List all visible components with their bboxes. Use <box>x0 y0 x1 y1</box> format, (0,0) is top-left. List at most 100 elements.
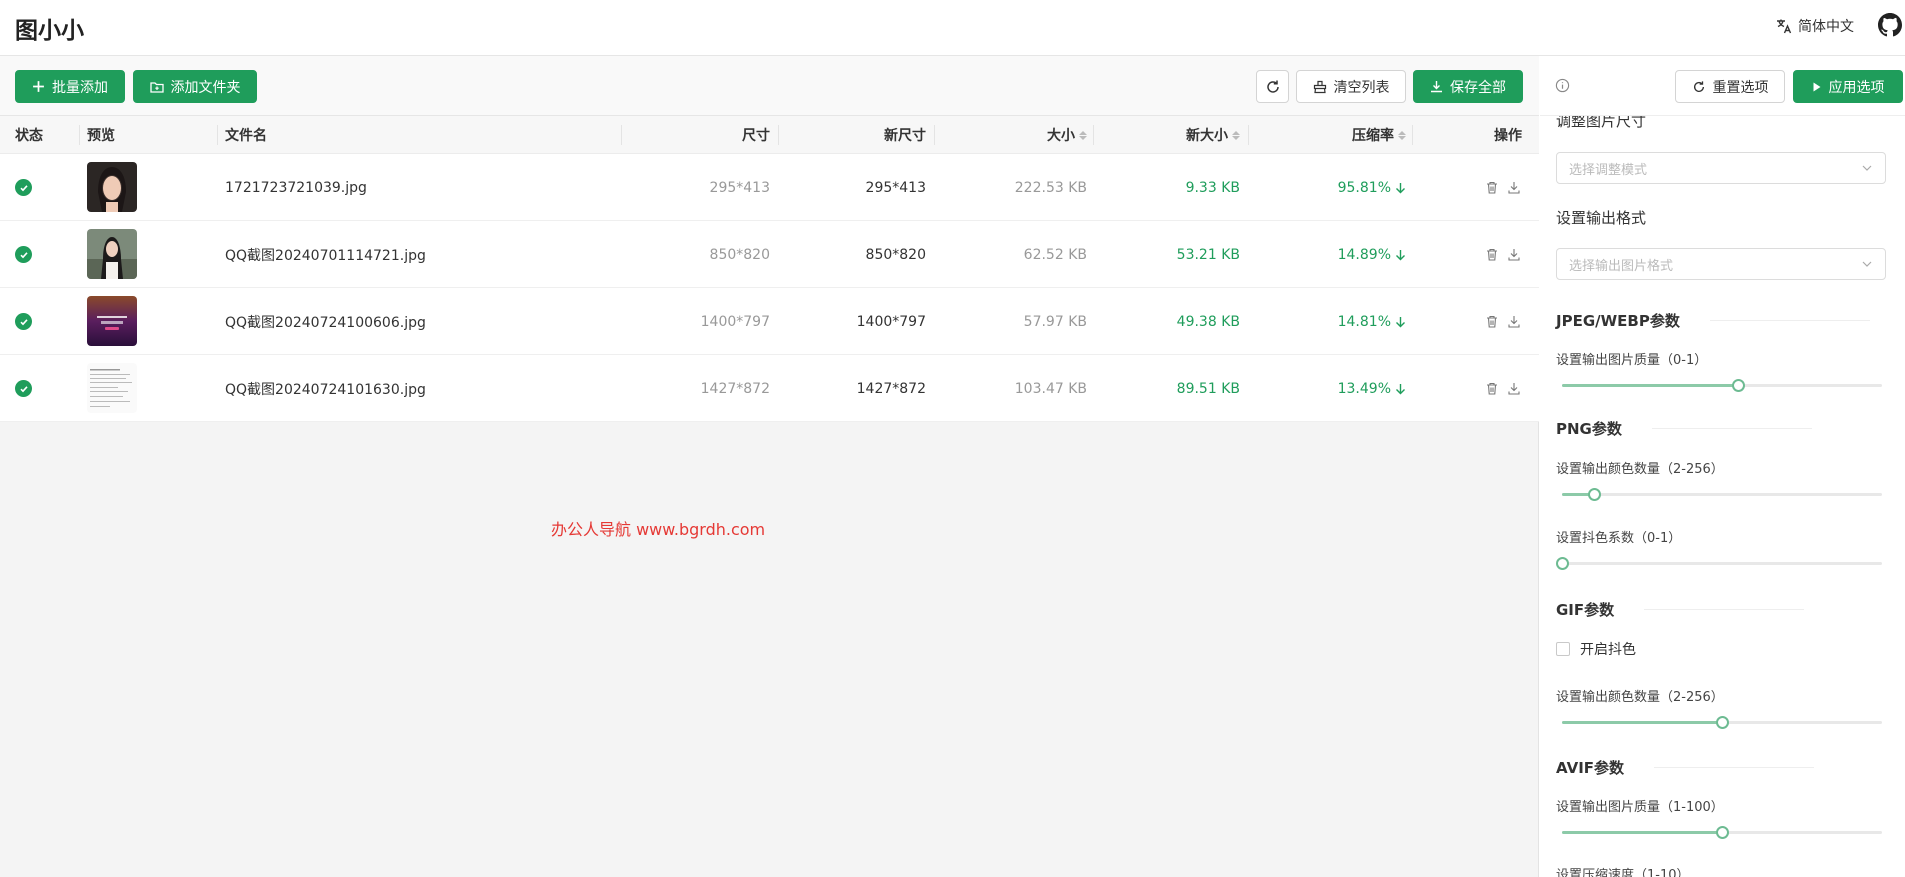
folder-icon <box>149 81 164 93</box>
refresh-button[interactable] <box>1256 70 1289 103</box>
gif-colors-label: 设置输出颜色数量（2-256） <box>1556 690 1724 705</box>
header-status: 状态 <box>15 128 43 144</box>
download-icon[interactable] <box>1508 248 1520 261</box>
arrow-down-icon <box>1396 316 1405 327</box>
output-format-select[interactable]: 选择输出图片格式 <box>1556 248 1886 280</box>
chevron-down-icon <box>1862 261 1872 267</box>
sort-icon <box>1079 130 1087 140</box>
ops-cell <box>1486 355 1520 422</box>
gif-section-label: GIF参数 <box>1556 601 1615 619</box>
gif-colors-slider[interactable] <box>1562 716 1882 730</box>
slider-handle[interactable] <box>1732 379 1745 392</box>
ratio-cell: 14.81% <box>1260 288 1406 355</box>
language-label: 简体中文 <box>1798 19 1854 35</box>
watermark-text: 办公人导航 www.bgrdh.com <box>551 520 766 539</box>
ratio-value: 14.89% <box>1337 246 1391 263</box>
download-icon[interactable] <box>1508 315 1520 328</box>
app-title: 图小小 <box>15 18 84 44</box>
language-switch[interactable]: 简体中文 <box>1776 16 1854 36</box>
slider-handle[interactable] <box>1716 826 1729 839</box>
header-filesize[interactable]: 大小 <box>940 116 1087 154</box>
options-panel: 重置选项 应用选项 调整图片尺寸 选择调整模式 设置输出格式 选择输出图片格式 … <box>1540 56 1905 877</box>
size-cell: 850*820 <box>709 246 770 263</box>
status-cell <box>15 288 32 355</box>
new-filesize-cell: 49.38 KB <box>1176 313 1240 330</box>
delete-icon[interactable] <box>1486 181 1498 194</box>
size-cell: 295*413 <box>709 179 770 196</box>
table-row[interactable]: 1721723721039.jpg 295*413 295*413 222.53… <box>0 154 1539 221</box>
github-icon[interactable] <box>1878 13 1902 37</box>
ratio-cell: 14.89% <box>1260 221 1406 288</box>
delete-icon[interactable] <box>1486 382 1498 395</box>
filesize-cell: 222.53 KB <box>1014 179 1087 196</box>
new-filesize-cell: 53.21 KB <box>1176 246 1240 263</box>
preview-thumbnail <box>87 296 137 346</box>
delete-icon[interactable] <box>1486 248 1498 261</box>
png-dither-slider[interactable] <box>1556 557 1882 571</box>
add-folder-button[interactable]: 添加文件夹 <box>133 70 257 103</box>
top-bar: 图小小 简体中文 <box>0 0 1905 56</box>
check-circle-icon <box>15 246 32 263</box>
filename-cell: 1721723721039.jpg <box>225 179 367 196</box>
slider-handle[interactable] <box>1716 716 1729 729</box>
check-circle-icon <box>15 179 32 196</box>
preview-thumbnail <box>87 162 137 212</box>
ratio-value: 95.81% <box>1337 179 1391 196</box>
size-cell: 1400*797 <box>700 313 770 330</box>
save-all-button[interactable]: 保存全部 <box>1413 70 1523 103</box>
jpeg-quality-label: 设置输出图片质量（0-1） <box>1556 353 1708 368</box>
batch-add-button[interactable]: 批量添加 <box>15 70 125 103</box>
checkbox-box[interactable] <box>1556 642 1570 656</box>
new-size-cell: 850*820 <box>865 246 926 263</box>
preview-thumbnail <box>87 363 137 413</box>
jpeg-quality-slider[interactable] <box>1562 379 1882 393</box>
arrow-down-icon <box>1396 383 1405 394</box>
slider-handle[interactable] <box>1588 488 1601 501</box>
slider-handle[interactable] <box>1556 557 1569 570</box>
resize-mode-select[interactable]: 选择调整模式 <box>1556 152 1886 184</box>
header-ratio-label: 压缩率 <box>1352 128 1394 144</box>
png-colors-slider[interactable] <box>1562 488 1882 502</box>
refresh-icon <box>1266 80 1279 93</box>
table-header: 状态 预览 文件名 尺寸 新尺寸 大小 新大小 压缩率 操作 <box>0 116 1539 154</box>
info-icon[interactable] <box>1555 78 1570 93</box>
png-section-label: PNG参数 <box>1556 420 1622 438</box>
filesize-cell: 57.97 KB <box>1023 313 1087 330</box>
download-icon[interactable] <box>1508 382 1520 395</box>
clear-list-button[interactable]: 清空列表 <box>1296 70 1406 103</box>
main-area: 批量添加 添加文件夹 清空列表 保存全部 状态 预览 文件名 尺寸 新尺寸 大小… <box>0 56 1539 877</box>
new-size-cell: 1427*872 <box>856 380 926 397</box>
translate-icon <box>1777 19 1792 34</box>
reset-options-button[interactable]: 重置选项 <box>1675 70 1785 103</box>
clear-list-label: 清空列表 <box>1333 79 1390 96</box>
download-icon[interactable] <box>1508 181 1520 194</box>
filesize-cell: 103.47 KB <box>1014 380 1087 397</box>
status-cell <box>15 221 32 288</box>
new-filesize-cell: 9.33 KB <box>1185 179 1240 196</box>
ratio-cell: 13.49% <box>1260 355 1406 422</box>
file-table: 状态 预览 文件名 尺寸 新尺寸 大小 新大小 压缩率 操作 172172372… <box>0 116 1539 422</box>
arrow-down-icon <box>1396 249 1405 260</box>
header-ratio[interactable]: 压缩率 <box>1260 116 1406 154</box>
gif-dither-checkbox[interactable]: 开启抖色 <box>1556 639 1636 659</box>
play-icon <box>1813 82 1820 91</box>
reset-options-label: 重置选项 <box>1712 79 1769 96</box>
new-size-cell: 295*413 <box>865 179 926 196</box>
header-filename: 文件名 <box>225 128 267 144</box>
apply-options-button[interactable]: 应用选项 <box>1793 70 1903 103</box>
table-row[interactable]: QQ截图20240724100606.jpg 1400*797 1400*797… <box>0 288 1539 355</box>
jpeg-section-label: JPEG/WEBP参数 <box>1556 312 1680 330</box>
jpeg-section-title: JPEG/WEBP参数 <box>1556 310 1870 331</box>
delete-icon[interactable] <box>1486 315 1498 328</box>
panel-header: 重置选项 应用选项 <box>1540 56 1905 116</box>
add-folder-label: 添加文件夹 <box>170 79 241 96</box>
avif-quality-slider[interactable] <box>1562 826 1882 840</box>
status-cell <box>15 154 32 221</box>
output-format-placeholder: 选择输出图片格式 <box>1569 258 1674 274</box>
header-new-filesize[interactable]: 新大小 <box>1100 116 1240 154</box>
ratio-value: 13.49% <box>1337 380 1391 397</box>
filename-cell: QQ截图20240724100606.jpg <box>225 314 426 331</box>
header-new-filesize-label: 新大小 <box>1186 128 1228 144</box>
table-row[interactable]: QQ截图20240724101630.jpg 1427*872 1427*872… <box>0 355 1539 422</box>
table-row[interactable]: QQ截图20240701114721.jpg 850*820 850*820 6… <box>0 221 1539 288</box>
